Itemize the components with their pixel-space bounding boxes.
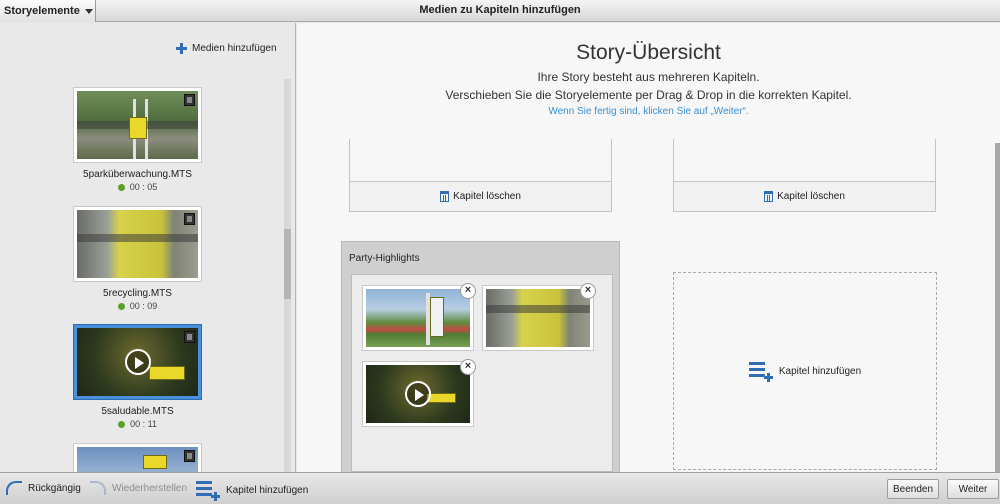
clip-duration: 00 : 05 bbox=[73, 182, 202, 192]
play-icon[interactable] bbox=[405, 381, 431, 407]
video-thumbnail bbox=[77, 210, 198, 278]
left-panel-scrollbar[interactable] bbox=[284, 79, 291, 472]
chapter-drop-area[interactable] bbox=[350, 139, 611, 182]
add-chapter-dropzone[interactable]: Kapitel hinzufügen bbox=[673, 272, 937, 470]
film-icon bbox=[184, 331, 195, 343]
finish-button[interactable]: Beenden bbox=[887, 479, 939, 499]
add-chapter-label: Kapitel hinzufügen bbox=[778, 365, 862, 377]
subtitle-instructions: Verschieben Sie die Storyelemente per Dr… bbox=[445, 88, 852, 102]
delete-chapter-button[interactable]: Kapitel löschen bbox=[674, 182, 935, 210]
play-icon[interactable] bbox=[124, 349, 151, 375]
chapter-clip[interactable]: × bbox=[482, 283, 596, 351]
add-chapter-icon bbox=[196, 481, 220, 501]
film-icon bbox=[184, 450, 195, 462]
undo-button[interactable]: Rückgängig bbox=[6, 481, 81, 495]
video-thumbnail bbox=[77, 91, 198, 159]
next-button[interactable]: Weiter bbox=[947, 479, 999, 499]
hint-text: Wenn Sie fertig sind, klicken Sie auf „W… bbox=[548, 106, 749, 117]
redo-button[interactable]: Wiederherstellen bbox=[90, 481, 187, 495]
dropdown-label: Storyelemente bbox=[4, 5, 80, 17]
clip-duration: 00 : 09 bbox=[73, 301, 202, 311]
caret-down-icon bbox=[84, 8, 93, 14]
subtitle-chapters: Ihre Story besteht aus mehreren Kapiteln… bbox=[537, 70, 760, 84]
undo-label: Rückgängig bbox=[28, 482, 81, 494]
chapter-party-highlights: Party-Highlights × × × bbox=[341, 241, 620, 472]
add-chapter-label: Kapitel hinzufügen bbox=[226, 484, 309, 496]
clip-name: 5recycling.MTS bbox=[103, 288, 172, 299]
video-thumbnail bbox=[366, 289, 470, 347]
chapter-card: Kapitel löschen bbox=[673, 139, 936, 212]
film-icon bbox=[184, 94, 195, 106]
media-clip[interactable]: 5recycling.MTS 00 : 09 bbox=[73, 206, 202, 311]
plus-icon bbox=[176, 43, 187, 54]
video-thumbnail bbox=[366, 365, 470, 423]
clip-duration: 00 : 11 bbox=[73, 419, 202, 429]
chapter-card: Kapitel löschen bbox=[349, 139, 612, 212]
delete-chapter-label: Kapitel löschen bbox=[777, 190, 845, 202]
add-chapter-toolbar-button[interactable]: Kapitel hinzufügen bbox=[196, 481, 309, 501]
media-clip-selected[interactable]: 5saludable.MTS 00 : 11 bbox=[73, 324, 202, 429]
undo-icon bbox=[6, 481, 22, 495]
top-bar: Storyelemente Medien zu Kapiteln hinzufü… bbox=[0, 0, 1000, 22]
status-dot-icon bbox=[117, 184, 125, 191]
trash-icon bbox=[764, 190, 774, 202]
remove-clip-button[interactable]: × bbox=[460, 359, 476, 375]
remove-clip-button[interactable]: × bbox=[580, 283, 596, 299]
add-media-label: Medien hinzufügen bbox=[192, 43, 277, 54]
storyelements-dropdown[interactable]: Storyelemente bbox=[0, 0, 96, 22]
window-title: Medien zu Kapiteln hinzufügen bbox=[419, 4, 581, 16]
redo-label: Wiederherstellen bbox=[112, 482, 188, 494]
media-clip[interactable] bbox=[73, 443, 202, 472]
clip-thumbnail-frame bbox=[73, 206, 202, 282]
media-clip[interactable]: 5parküberwachung.MTS 00 : 05 bbox=[73, 87, 202, 192]
chapter-title: Party-Highlights bbox=[349, 253, 420, 264]
story-elements-panel: Medien hinzufügen 5parküberwachung.MTS 0… bbox=[0, 23, 296, 472]
trash-icon bbox=[440, 190, 450, 202]
redo-icon bbox=[90, 481, 106, 495]
chapter-drop-area[interactable] bbox=[674, 139, 935, 182]
status-dot-icon bbox=[118, 421, 126, 428]
page-title: Story-Übersicht bbox=[576, 41, 721, 64]
delete-chapter-label: Kapitel löschen bbox=[453, 190, 521, 202]
chapter-clip[interactable]: × bbox=[362, 283, 476, 351]
add-chapter-icon bbox=[748, 362, 773, 382]
chapter-clip[interactable]: × bbox=[362, 359, 476, 427]
delete-chapter-button[interactable]: Kapitel löschen bbox=[350, 182, 611, 210]
status-dot-icon bbox=[117, 303, 125, 310]
clip-thumbnail-frame bbox=[73, 87, 202, 163]
clip-thumbnail-frame bbox=[73, 443, 202, 472]
add-media-button[interactable]: Medien hinzufügen bbox=[176, 43, 277, 54]
chapter-drop-area[interactable]: × × × bbox=[351, 274, 613, 472]
film-icon bbox=[184, 213, 195, 225]
video-thumbnail bbox=[77, 328, 198, 396]
bottom-toolbar: Rückgängig Wiederherstellen Kapitel hinz… bbox=[0, 472, 1000, 504]
story-overview: Story-Übersicht Ihre Story besteht aus m… bbox=[297, 23, 1000, 472]
clip-thumbnail-frame bbox=[73, 324, 202, 400]
video-thumbnail bbox=[486, 289, 590, 347]
main-scrollbar[interactable] bbox=[995, 143, 1000, 472]
clip-name: 5saludable.MTS bbox=[101, 406, 174, 417]
scrollbar-thumb[interactable] bbox=[284, 229, 291, 299]
remove-clip-button[interactable]: × bbox=[460, 283, 476, 299]
video-thumbnail bbox=[77, 447, 198, 472]
clip-name: 5parküberwachung.MTS bbox=[83, 169, 192, 180]
